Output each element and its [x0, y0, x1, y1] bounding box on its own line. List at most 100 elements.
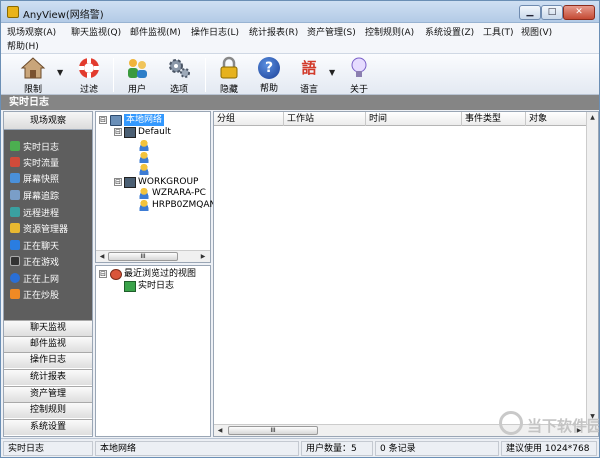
observe-header[interactable]: 现场观察 — [4, 112, 92, 130]
log-table: 分组 工作站 时间 事件类型 对象 ▲ ▼ ◀ III ▶ — [213, 111, 599, 437]
user-icon[interactable] — [138, 140, 150, 151]
about-button[interactable]: 关于 — [341, 56, 377, 95]
menu-settings[interactable]: 系统设置(Z) — [425, 25, 474, 38]
limit-button[interactable]: 限制 — [13, 56, 53, 95]
observe-item-web[interactable]: 正在上网 — [10, 273, 59, 287]
menu-rules[interactable]: 控制规则(A) — [365, 25, 414, 38]
menu-oplog[interactable]: 操作日志(L) — [191, 25, 239, 38]
nav-chat-monitor[interactable]: 聊天监视 — [4, 320, 92, 336]
user-icon[interactable] — [138, 152, 150, 163]
scroll-left-arrow[interactable]: ◀ — [215, 426, 225, 435]
language-button[interactable]: 語 语言 — [291, 56, 327, 95]
scroll-thumb[interactable]: III — [228, 426, 318, 435]
tree-node-pc[interactable]: WZRARA-PC — [152, 187, 206, 199]
options-button[interactable]: 选项 — [161, 56, 197, 95]
lightbulb-icon — [351, 57, 367, 77]
column-header-group[interactable]: 分组 — [214, 112, 284, 126]
observe-item-label: 正在游戏 — [23, 258, 60, 268]
expand-toggle[interactable]: ⊟ — [114, 178, 122, 186]
column-header-object[interactable]: 对象 — [526, 112, 586, 126]
tree-node-default[interactable]: Default — [138, 126, 171, 138]
language-icon-glyph: 語 — [301, 59, 317, 77]
section-header: 实时日志 — [1, 95, 599, 110]
hide-button[interactable]: 隐藏 — [211, 56, 247, 95]
menu-mail[interactable]: 邮件监视(M) — [130, 25, 181, 38]
observe-item-snapshot[interactable]: 屏幕快照 — [10, 173, 59, 187]
expand-toggle[interactable]: ⊟ — [99, 270, 107, 278]
menu-report[interactable]: 统计报表(R) — [249, 25, 298, 38]
help-button[interactable]: ? 帮助 — [251, 56, 287, 94]
web-icon — [10, 273, 20, 283]
maximize-button[interactable]: □ — [541, 5, 563, 20]
scroll-up-arrow[interactable]: ▲ — [587, 113, 598, 123]
status-user-count: 用户数量：5 — [301, 441, 373, 456]
network-icon — [110, 115, 122, 126]
observe-item-realtime-log[interactable]: 实时日志 — [10, 141, 59, 155]
column-header-event-type[interactable]: 事件类型 — [462, 112, 526, 126]
trace-icon — [10, 190, 20, 200]
filter-button[interactable]: 过滤 — [71, 56, 107, 95]
scroll-left-arrow[interactable]: ◀ — [97, 252, 107, 261]
limit-label: 限制 — [23, 85, 42, 95]
title-bar: AnyView(网络警) ▁ □ ✕ — [1, 1, 599, 23]
nav-asset-management[interactable]: 资产管理 — [4, 386, 92, 402]
lock-icon — [220, 56, 238, 79]
observe-item-stock[interactable]: 正在炒股 — [10, 289, 59, 303]
tree-node-pc[interactable]: HRPB0ZMQANS — [152, 199, 222, 211]
limit-dropdown-arrow[interactable]: ▼ — [57, 68, 63, 77]
app-logo-icon — [7, 6, 19, 18]
scroll-thumb[interactable]: III — [108, 252, 178, 261]
snapshot-icon — [10, 173, 20, 183]
observe-item-trace[interactable]: 屏幕追踪 — [10, 190, 59, 204]
tree-node-realtime-log[interactable]: 实时日志 — [138, 280, 174, 292]
users-label: 用户 — [127, 85, 146, 95]
users-button[interactable]: 用户 — [119, 56, 155, 95]
workgroup-icon — [124, 177, 136, 188]
minimize-button[interactable]: ▁ — [519, 5, 541, 20]
menu-help[interactable]: 帮助(H) — [7, 39, 39, 52]
observe-item-label: 资源管理器 — [23, 225, 69, 235]
app-window: AnyView(网络警) ▁ □ ✕ 现场观察(A) 聊天监视(Q) 邮件监视(… — [0, 0, 600, 458]
language-icon: 語 — [296, 56, 322, 80]
lifebuoy-icon — [79, 58, 99, 78]
nav-stat-report[interactable]: 统计报表 — [4, 369, 92, 385]
window-title: AnyView(网络警) — [23, 10, 104, 21]
observe-item-label: 远程进程 — [23, 209, 60, 219]
tree-node-local-network[interactable]: 本地网络 — [124, 114, 165, 126]
menu-tools[interactable]: 工具(T) — [483, 25, 514, 38]
nav-control-rules[interactable]: 控制规则 — [4, 402, 92, 418]
scroll-right-arrow[interactable]: ▶ — [198, 252, 208, 261]
observe-item-chat[interactable]: 正在聊天 — [10, 240, 59, 254]
nav-operation-log[interactable]: 操作日志 — [4, 352, 92, 368]
toolbar-separator — [113, 58, 114, 92]
table-vertical-scrollbar[interactable]: ▲ ▼ — [586, 112, 598, 424]
menu-view[interactable]: 视图(V) — [521, 25, 552, 38]
filter-label: 过滤 — [79, 85, 98, 95]
language-label: 语言 — [299, 85, 318, 95]
observe-item-game[interactable]: 正在游戏 — [10, 256, 59, 270]
log-icon — [124, 281, 136, 292]
menu-asset[interactable]: 资产管理(S) — [307, 25, 356, 38]
about-label: 关于 — [349, 85, 368, 95]
expand-toggle[interactable]: ⊟ — [99, 116, 107, 124]
menu-chat[interactable]: 聊天监视(Q) — [71, 25, 121, 38]
close-button[interactable]: ✕ — [563, 5, 595, 20]
stock-icon — [10, 289, 20, 299]
menu-observe[interactable]: 现场观察(A) — [7, 25, 56, 38]
nav-system-settings[interactable]: 系统设置 — [4, 419, 92, 435]
status-scope: 本地网络 — [95, 441, 299, 456]
expand-toggle[interactable]: ⊟ — [114, 128, 122, 136]
observe-item-process[interactable]: 远程进程 — [10, 207, 59, 221]
workgroup-icon — [124, 127, 136, 138]
column-header-time[interactable]: 时间 — [366, 112, 462, 126]
observe-item-explorer[interactable]: 资源管理器 — [10, 223, 68, 237]
nav-mail-monitor[interactable]: 邮件监视 — [4, 336, 92, 352]
language-dropdown-arrow[interactable]: ▼ — [329, 68, 335, 77]
tree-horizontal-scrollbar[interactable]: ◀ III ▶ — [96, 250, 210, 262]
toolbar: 限制 ▼ 过滤 用户 选项 隐藏 ? 帮助 語 语言 ▼ 关于 — [1, 53, 599, 95]
column-header-workstation[interactable]: 工作站 — [284, 112, 366, 126]
tree-node-recent-views[interactable]: 最近浏览过的视图 — [124, 268, 196, 280]
game-icon — [10, 256, 20, 266]
user-icon[interactable] — [138, 164, 150, 175]
observe-item-traffic[interactable]: 实时流量 — [10, 157, 59, 171]
